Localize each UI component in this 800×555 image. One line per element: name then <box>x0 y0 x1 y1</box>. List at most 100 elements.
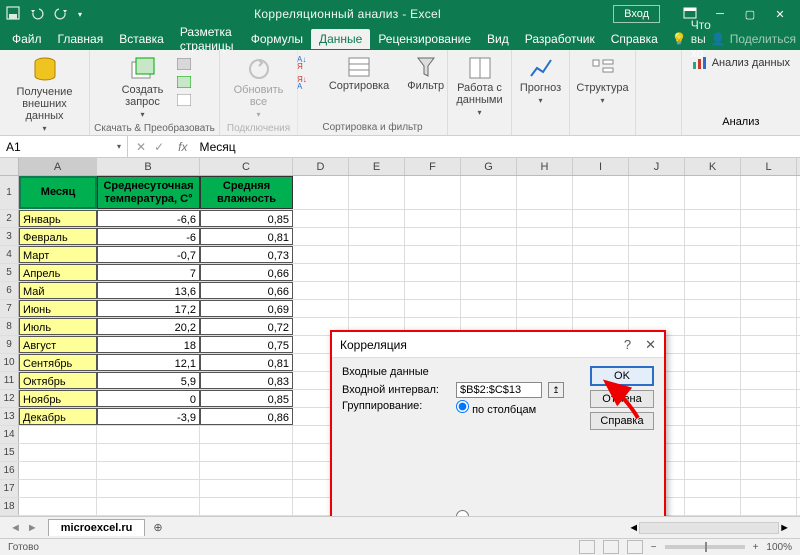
cell[interactable]: -6 <box>97 228 200 245</box>
close-icon[interactable]: ✕ <box>645 337 656 353</box>
outline-button[interactable]: Структура▾ <box>572 54 632 107</box>
cell[interactable] <box>517 246 573 263</box>
cell[interactable] <box>741 210 797 227</box>
cell[interactable] <box>97 444 200 461</box>
cell[interactable] <box>629 300 685 317</box>
cell[interactable] <box>685 210 741 227</box>
cell[interactable] <box>517 300 573 317</box>
login-button[interactable]: Вход <box>613 5 660 23</box>
cell[interactable]: 18 <box>97 336 200 353</box>
row-header[interactable]: 11 <box>0 372 19 389</box>
cell[interactable] <box>741 462 797 479</box>
row-header[interactable]: 15 <box>0 444 19 461</box>
row-header[interactable]: 5 <box>0 264 19 281</box>
recent-sources-icon[interactable] <box>177 94 191 109</box>
cell[interactable] <box>349 282 405 299</box>
tab-developer[interactable]: Разработчик <box>517 29 603 49</box>
cell[interactable]: 5,9 <box>97 372 200 389</box>
row-header[interactable]: 6 <box>0 282 19 299</box>
undo-icon[interactable] <box>30 6 44 23</box>
cell[interactable] <box>629 264 685 281</box>
cell[interactable] <box>685 318 741 335</box>
cell[interactable] <box>685 176 741 209</box>
cell[interactable] <box>405 264 461 281</box>
cell[interactable] <box>349 210 405 227</box>
cell[interactable] <box>741 354 797 371</box>
cell[interactable] <box>685 462 741 479</box>
cell[interactable] <box>629 176 685 209</box>
close-icon[interactable]: ✕ <box>766 8 794 21</box>
add-sheet-icon[interactable]: ⊕ <box>145 521 170 534</box>
tab-formulas[interactable]: Формулы <box>243 29 311 49</box>
cell[interactable]: Среднесуточная температура, C° <box>97 176 200 209</box>
cell[interactable] <box>200 498 293 515</box>
horizontal-scrollbar[interactable] <box>639 522 779 534</box>
cell[interactable] <box>200 444 293 461</box>
page-break-view-icon[interactable] <box>627 540 643 554</box>
row-header[interactable]: 7 <box>0 300 19 317</box>
row-header[interactable]: 18 <box>0 498 19 515</box>
cell[interactable] <box>349 228 405 245</box>
cell[interactable] <box>741 282 797 299</box>
cell[interactable] <box>685 246 741 263</box>
cell[interactable] <box>685 282 741 299</box>
cell[interactable] <box>741 300 797 317</box>
input-range-field[interactable] <box>456 382 542 398</box>
cell[interactable] <box>405 228 461 245</box>
cell[interactable] <box>405 282 461 299</box>
cell[interactable] <box>293 246 349 263</box>
cell[interactable] <box>685 300 741 317</box>
zoom-in-icon[interactable]: + <box>753 542 759 553</box>
column-header[interactable]: C <box>200 158 293 175</box>
normal-view-icon[interactable] <box>579 540 595 554</box>
range-selector-icon[interactable]: ↥ <box>548 382 564 398</box>
cell[interactable] <box>200 480 293 497</box>
cell[interactable] <box>741 408 797 425</box>
row-header[interactable]: 3 <box>0 228 19 245</box>
cell[interactable] <box>629 228 685 245</box>
cell[interactable] <box>97 480 200 497</box>
cell[interactable]: Июнь <box>19 300 97 317</box>
cell[interactable]: 0,83 <box>200 372 293 389</box>
cell[interactable]: Апрель <box>19 264 97 281</box>
zoom-level[interactable]: 100% <box>766 542 792 553</box>
sheet-tab[interactable]: microexcel.ru <box>48 519 146 536</box>
dialog-titlebar[interactable]: Корреляция ? ✕ <box>332 332 664 358</box>
cell[interactable]: 0 <box>97 390 200 407</box>
tab-view[interactable]: Вид <box>479 29 517 49</box>
data-tools-button[interactable]: Работа с данными▾ <box>452 54 506 119</box>
cell[interactable] <box>573 300 629 317</box>
cell[interactable] <box>349 300 405 317</box>
cell[interactable] <box>573 282 629 299</box>
cell[interactable]: Средняя влажность <box>200 176 293 209</box>
row-header[interactable]: 13 <box>0 408 19 425</box>
cell[interactable]: 0,66 <box>200 264 293 281</box>
cell[interactable] <box>200 462 293 479</box>
cell[interactable]: Сентябрь <box>19 354 97 371</box>
column-header[interactable]: A <box>19 158 97 175</box>
cell[interactable]: 0,86 <box>200 408 293 425</box>
cell[interactable] <box>629 210 685 227</box>
cell[interactable] <box>629 282 685 299</box>
cell[interactable] <box>461 176 517 209</box>
cell[interactable] <box>629 246 685 263</box>
cell[interactable] <box>741 246 797 263</box>
column-header[interactable]: J <box>629 158 685 175</box>
cell[interactable]: -3,9 <box>97 408 200 425</box>
cell[interactable]: Октябрь <box>19 372 97 389</box>
row-header[interactable]: 9 <box>0 336 19 353</box>
cell[interactable] <box>741 228 797 245</box>
by-columns-radio[interactable]: по столбцам <box>456 400 536 508</box>
cell[interactable] <box>349 176 405 209</box>
sort-button[interactable]: Сортировка <box>325 54 393 94</box>
column-header[interactable]: F <box>405 158 461 175</box>
cell[interactable] <box>741 444 797 461</box>
row-header[interactable]: 4 <box>0 246 19 263</box>
cell[interactable] <box>573 246 629 263</box>
cell[interactable] <box>741 390 797 407</box>
cell[interactable] <box>19 498 97 515</box>
tell-me[interactable]: 💡Что вы хо <box>672 18 711 60</box>
cell[interactable] <box>293 228 349 245</box>
sort-asc-icon[interactable]: А↓Я <box>297 54 315 73</box>
cell[interactable] <box>293 282 349 299</box>
